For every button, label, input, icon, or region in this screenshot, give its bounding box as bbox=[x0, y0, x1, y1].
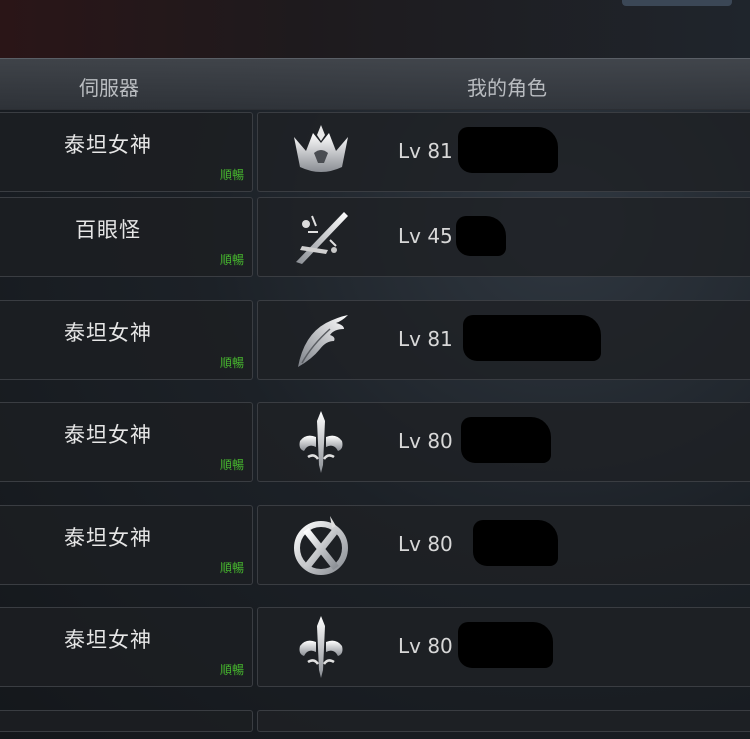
redacted-name bbox=[456, 216, 506, 256]
character-column-header: 我的角色 bbox=[467, 76, 547, 100]
server-status: 順暢 bbox=[219, 253, 244, 267]
character-level: Lv 45 bbox=[398, 224, 453, 248]
server-cell[interactable]: 泰坦女神 順暢 bbox=[0, 505, 253, 585]
server-status: 順暢 bbox=[219, 168, 244, 182]
character-row-partial[interactable] bbox=[0, 710, 750, 732]
crown-icon bbox=[286, 117, 356, 187]
ornate-sword-icon bbox=[286, 612, 356, 682]
character-row[interactable]: 泰坦女神 順暢 Lv 81 bbox=[0, 112, 750, 192]
crossed-blades-icon bbox=[286, 202, 356, 272]
character-level: Lv 80 bbox=[398, 532, 453, 556]
character-level: Lv 80 bbox=[398, 429, 453, 453]
server-name: 泰坦女神 bbox=[64, 133, 152, 157]
character-level: Lv 80 bbox=[398, 634, 453, 658]
server-status: 順暢 bbox=[219, 458, 244, 472]
character-row[interactable]: 泰坦女神 順暢 Lv 81 bbox=[0, 300, 750, 380]
background-top-banner bbox=[0, 0, 750, 58]
character-cell[interactable]: Lv 45 bbox=[257, 197, 750, 277]
serpent-emblem-icon bbox=[286, 510, 356, 580]
server-name: 泰坦女神 bbox=[64, 321, 152, 345]
redacted-name bbox=[458, 127, 558, 173]
server-column-header: 伺服器 bbox=[79, 76, 139, 100]
list-header: 伺服器 我的角色 bbox=[0, 58, 750, 110]
character-row[interactable]: 泰坦女神 順暢 Lv 80 bbox=[0, 607, 750, 687]
character-cell[interactable] bbox=[257, 710, 750, 732]
redacted-name bbox=[473, 520, 558, 566]
character-level: Lv 81 bbox=[398, 139, 453, 163]
character-cell[interactable]: Lv 80 bbox=[257, 505, 750, 585]
character-row[interactable]: 百眼怪 順暢 Lv 45 bbox=[0, 197, 750, 277]
wing-icon bbox=[286, 305, 356, 375]
server-cell[interactable]: 泰坦女神 順暢 bbox=[0, 607, 253, 687]
character-cell[interactable]: Lv 80 bbox=[257, 607, 750, 687]
redacted-name bbox=[461, 417, 551, 463]
server-name: 泰坦女神 bbox=[64, 526, 152, 550]
server-status: 順暢 bbox=[219, 663, 244, 677]
server-status: 順暢 bbox=[219, 561, 244, 575]
redacted-name bbox=[463, 315, 601, 361]
character-row[interactable]: 泰坦女神 順暢 Lv 80 bbox=[0, 505, 750, 585]
character-cell[interactable]: Lv 81 bbox=[257, 300, 750, 380]
server-cell[interactable]: 泰坦女神 順暢 bbox=[0, 300, 253, 380]
character-row[interactable]: 泰坦女神 順暢 Lv 80 bbox=[0, 402, 750, 482]
server-cell[interactable]: 泰坦女神 順暢 bbox=[0, 112, 253, 192]
server-status: 順暢 bbox=[219, 356, 244, 370]
server-cell[interactable] bbox=[0, 710, 253, 732]
character-level: Lv 81 bbox=[398, 327, 453, 351]
ornate-sword-icon bbox=[286, 407, 356, 477]
server-name: 百眼怪 bbox=[75, 218, 141, 242]
redacted-name bbox=[458, 622, 553, 668]
server-name: 泰坦女神 bbox=[64, 423, 152, 447]
server-cell[interactable]: 泰坦女神 順暢 bbox=[0, 402, 253, 482]
server-name: 泰坦女神 bbox=[64, 628, 152, 652]
character-cell[interactable]: Lv 80 bbox=[257, 402, 750, 482]
server-cell[interactable]: 百眼怪 順暢 bbox=[0, 197, 253, 277]
character-cell[interactable]: Lv 81 bbox=[257, 112, 750, 192]
